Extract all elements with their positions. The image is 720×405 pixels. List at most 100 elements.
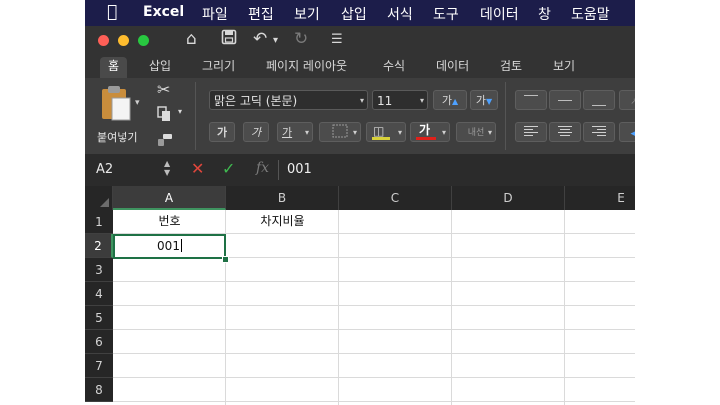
- font-name-dropdown[interactable]: 맑은 고딕 (본문) ▾: [209, 90, 368, 110]
- name-box-stepper-icon[interactable]: ▲ ▼: [164, 159, 170, 177]
- row-header-3[interactable]: 3: [85, 258, 113, 282]
- column-header-d[interactable]: D: [452, 186, 565, 210]
- fill-handle[interactable]: [222, 256, 229, 263]
- menu-bar:  Excel 파일 편집 보기 삽입 서식 도구 데이터 창 도움말: [85, 0, 635, 26]
- align-center-icon: [558, 126, 572, 136]
- tab-view[interactable]: 보기: [553, 57, 575, 78]
- orientation-icon: ↗: [630, 97, 635, 107]
- row-header-1[interactable]: 1: [85, 210, 113, 234]
- row-header-4[interactable]: 4: [85, 282, 113, 306]
- close-window-button[interactable]: [98, 35, 109, 46]
- bold-button[interactable]: 가: [209, 122, 235, 142]
- clipboard-icon: [102, 86, 131, 121]
- gridline: [113, 329, 635, 330]
- menu-insert[interactable]: 삽입: [341, 4, 367, 24]
- menu-data[interactable]: 데이터: [480, 4, 519, 24]
- menu-app-name[interactable]: Excel: [143, 4, 184, 20]
- italic-button[interactable]: 가: [243, 122, 269, 142]
- formula-input[interactable]: 001: [287, 162, 312, 177]
- menu-window[interactable]: 창: [538, 4, 551, 24]
- home-icon[interactable]: ⌂: [186, 29, 197, 49]
- formula-bar: A2 ▲ ▼ ✕ ✓ fx 001: [85, 154, 635, 187]
- gridline: [338, 210, 339, 405]
- undo-icon[interactable]: ↶: [253, 29, 267, 49]
- enter-entry-icon[interactable]: ✓: [222, 159, 235, 178]
- format-painter-icon[interactable]: [157, 132, 173, 151]
- bold-glyph: 가: [216, 126, 228, 139]
- grow-font-button[interactable]: 가▲: [433, 90, 467, 110]
- menu-format[interactable]: 서식: [387, 4, 413, 24]
- excel-window:  Excel 파일 편집 보기 삽입 서식 도구 데이터 창 도움말 ⌂ ↶ …: [85, 0, 635, 405]
- menu-view[interactable]: 보기: [294, 4, 320, 24]
- tab-page-layout[interactable]: 페이지 레이아웃: [266, 57, 347, 78]
- gridline: [113, 377, 635, 378]
- apple-icon[interactable]: : [107, 2, 117, 22]
- menu-file[interactable]: 파일: [202, 4, 228, 24]
- shrink-font-button[interactable]: 가▼: [470, 90, 498, 110]
- row-header-2[interactable]: 2: [85, 234, 113, 258]
- undo-dropdown-icon[interactable]: ▾: [273, 35, 278, 46]
- align-top-button[interactable]: [515, 90, 547, 110]
- fill-color-bar: [372, 137, 390, 140]
- spreadsheet-grid[interactable]: A B C D E 1 2 3 4 5 6 7 8 번호 차지비율 001: [85, 186, 635, 405]
- row-header-8[interactable]: 8: [85, 378, 113, 402]
- cut-icon[interactable]: ✂: [157, 80, 170, 99]
- tab-formulas[interactable]: 수식: [383, 57, 405, 78]
- tab-insert[interactable]: 삽입: [149, 57, 171, 78]
- align-middle-button[interactable]: [549, 90, 581, 110]
- shrink-font-glyph: 가: [475, 94, 486, 107]
- row-header-7[interactable]: 7: [85, 354, 113, 378]
- align-bottom-button[interactable]: [583, 90, 615, 110]
- orientation-button[interactable]: ↗: [619, 90, 635, 110]
- column-header-c[interactable]: C: [339, 186, 452, 210]
- underline-glyph: 가: [282, 126, 293, 139]
- tab-draw[interactable]: 그리기: [202, 57, 235, 78]
- borders-button[interactable]: ▾: [319, 122, 361, 142]
- tab-data[interactable]: 데이터: [436, 57, 469, 78]
- underline-button[interactable]: 가 ▾: [277, 122, 313, 142]
- name-box[interactable]: A2: [96, 162, 113, 177]
- row-header-5[interactable]: 5: [85, 306, 113, 330]
- font-color-button[interactable]: 가 ▾: [410, 122, 450, 142]
- decrease-indent-icon: ◀: [630, 129, 635, 139]
- customize-toolbar-icon[interactable]: ☰: [331, 32, 343, 47]
- row-header-6[interactable]: 6: [85, 330, 113, 354]
- font-color-dropdown-icon: ▾: [441, 128, 446, 137]
- tab-review[interactable]: 검토: [500, 57, 522, 78]
- cell-a1[interactable]: 번호: [113, 210, 226, 233]
- menu-tools[interactable]: 도구: [433, 4, 459, 24]
- zoom-window-button[interactable]: [138, 35, 149, 46]
- save-icon[interactable]: [221, 29, 237, 50]
- select-all-button[interactable]: [85, 186, 113, 210]
- decrease-indent-button[interactable]: ◀: [619, 122, 635, 142]
- column-header-a[interactable]: A: [113, 186, 226, 210]
- insert-function-icon[interactable]: fx: [256, 160, 269, 176]
- cancel-entry-icon[interactable]: ✕: [191, 159, 204, 178]
- tab-home[interactable]: 홈: [100, 57, 128, 78]
- column-header-e[interactable]: E: [565, 186, 635, 210]
- phonetic-guide-label: 내선: [467, 128, 485, 138]
- align-left-button[interactable]: [515, 122, 547, 142]
- redo-icon[interactable]: ↻: [294, 29, 308, 49]
- menu-help[interactable]: 도움말: [571, 4, 610, 24]
- fill-color-button[interactable]: ◫ ▾: [366, 122, 406, 142]
- cell-b1[interactable]: 차지비율: [226, 210, 339, 233]
- menu-edit[interactable]: 편집: [248, 4, 274, 24]
- align-center-button[interactable]: [549, 122, 581, 142]
- gridline: [113, 353, 635, 354]
- font-name-value: 맑은 고딕 (본문): [214, 94, 298, 108]
- active-cell-border: [113, 234, 226, 259]
- title-bar: ⌂ ↶ ▾ ↻ ☰: [85, 26, 635, 54]
- paste-button[interactable]: ▾ 붙여넣기: [95, 84, 145, 144]
- font-size-dropdown[interactable]: 11 ▾: [372, 90, 428, 110]
- column-header-b[interactable]: B: [226, 186, 339, 210]
- increase-font-icon: ▲: [451, 97, 459, 106]
- grow-font-glyph: 가: [441, 94, 452, 107]
- paste-dropdown-icon[interactable]: ▾: [135, 98, 140, 108]
- phonetic-guide-button[interactable]: 내선 ▾: [456, 122, 496, 142]
- copy-dropdown-icon[interactable]: ▾: [178, 107, 182, 116]
- copy-icon[interactable]: [157, 106, 171, 126]
- ribbon-divider: [195, 82, 196, 150]
- minimize-window-button[interactable]: [118, 35, 129, 46]
- align-right-button[interactable]: [583, 122, 615, 142]
